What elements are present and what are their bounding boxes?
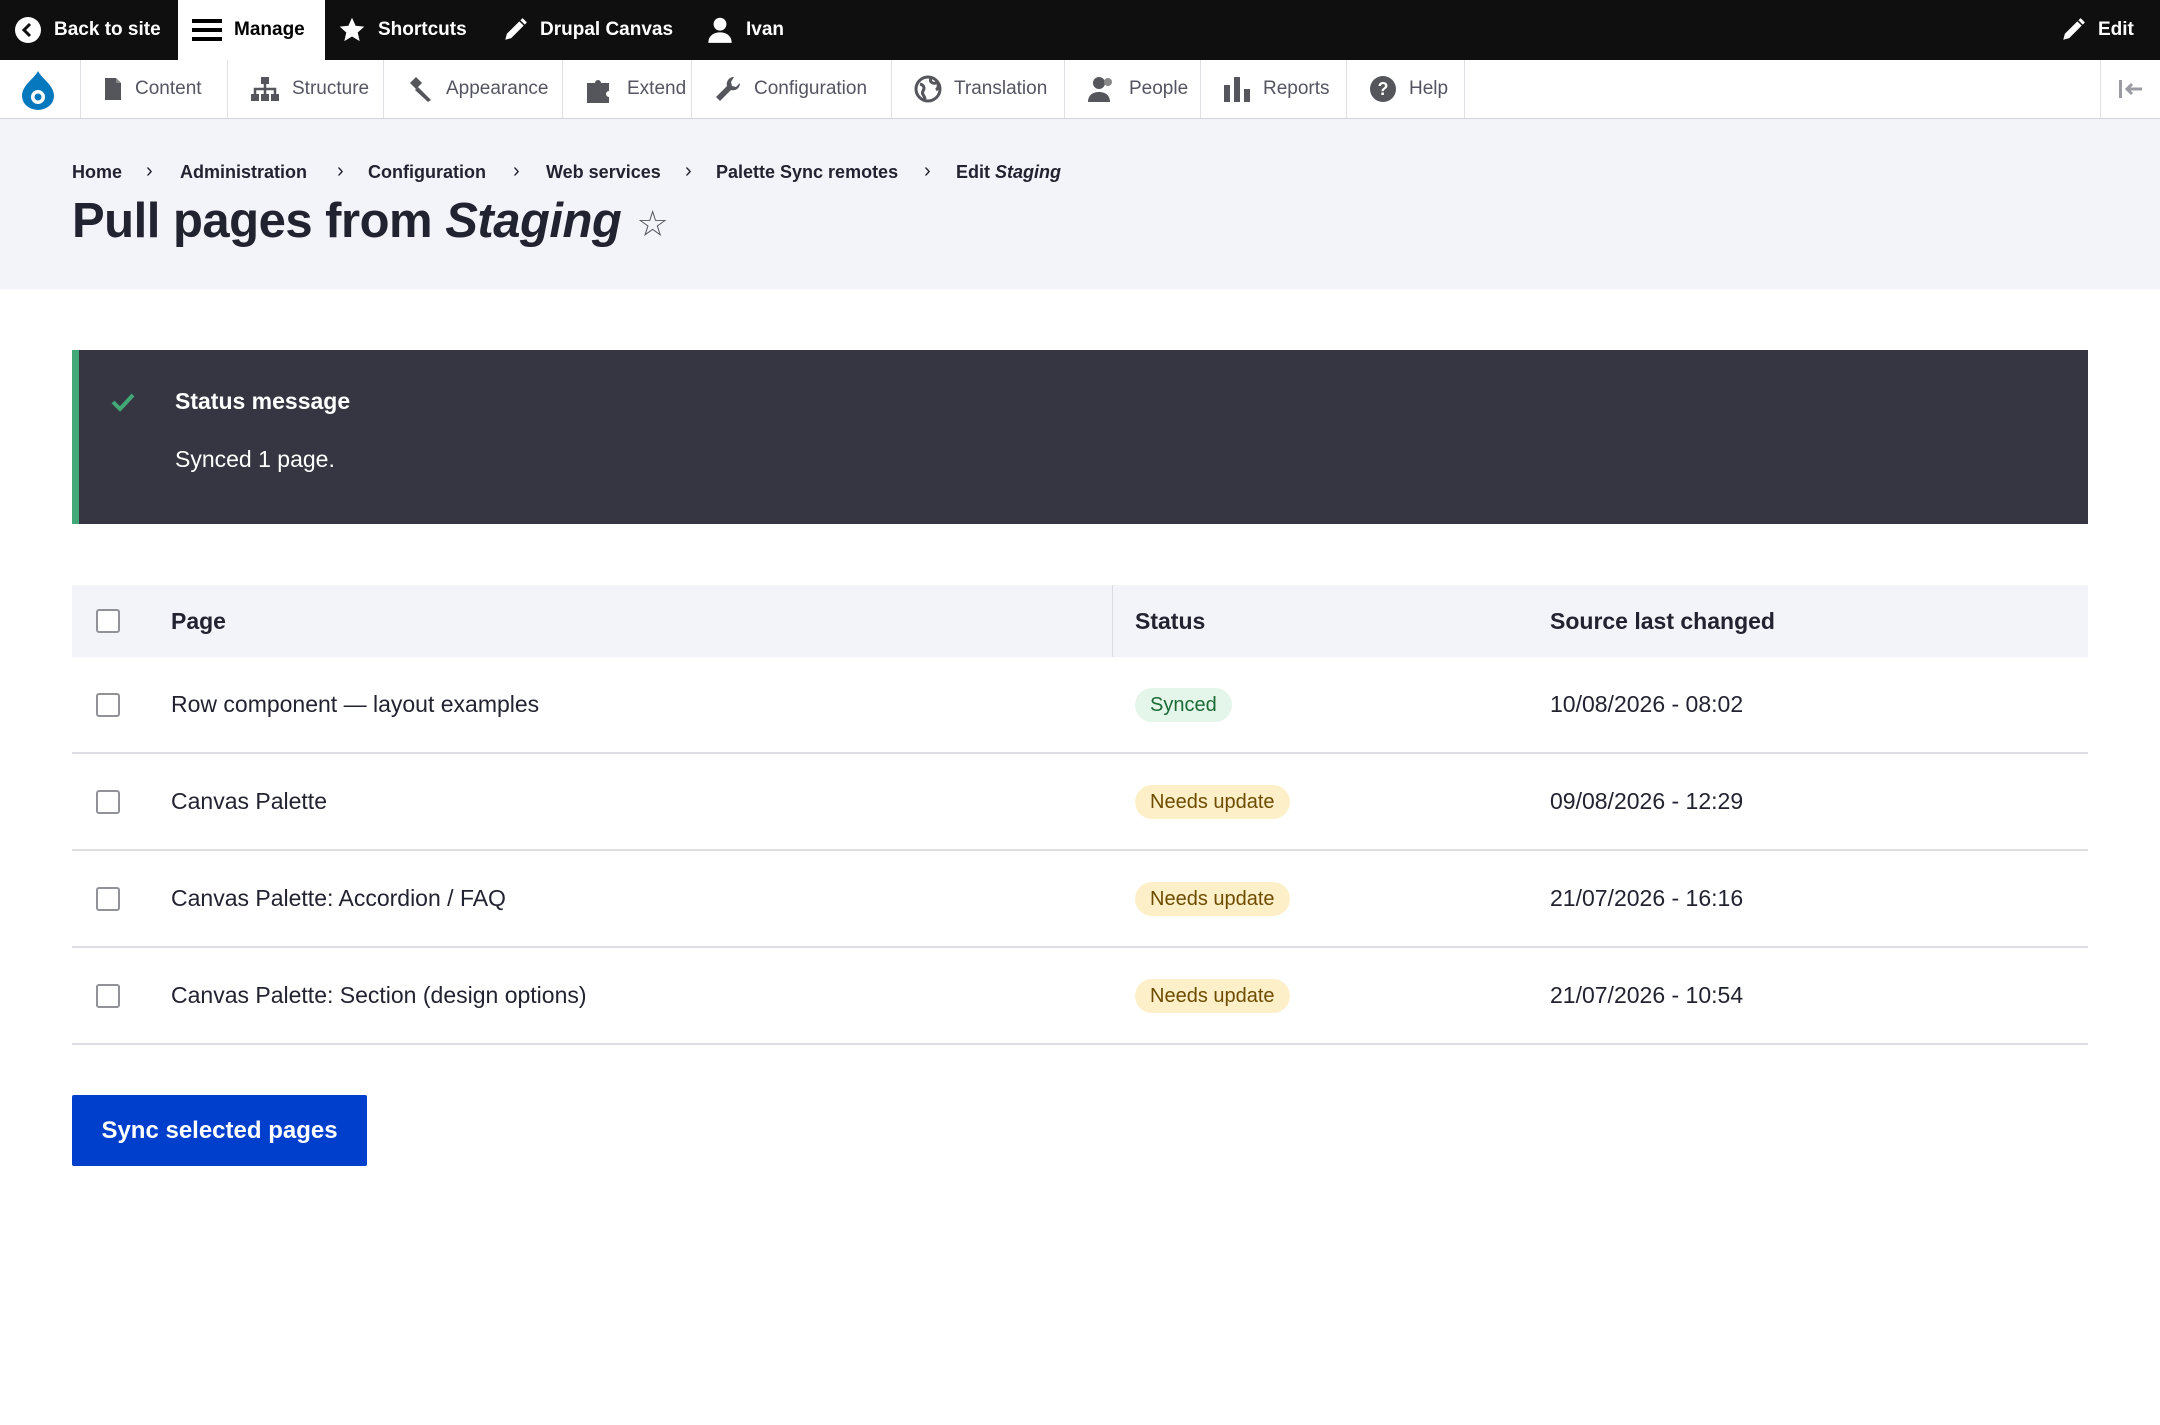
paintbrush-icon xyxy=(410,77,431,102)
user-name: Ivan xyxy=(746,19,785,40)
puzzle-icon xyxy=(587,80,609,103)
menu-label: Structure xyxy=(292,78,370,99)
checkmark-icon xyxy=(111,393,135,412)
svg-text:?: ? xyxy=(1378,79,1389,99)
column-header-status: Status xyxy=(1135,607,1206,634)
menu-label: Translation xyxy=(954,78,1048,99)
status-heading: Status message xyxy=(175,388,351,414)
select-all-checkbox[interactable] xyxy=(96,609,120,633)
row-checkbox[interactable] xyxy=(96,984,120,1008)
menu-label: Content xyxy=(135,78,202,99)
status-badge: Needs update xyxy=(1135,784,1290,819)
status-badge: Synced xyxy=(1135,687,1232,722)
sitemap-icon xyxy=(251,77,279,101)
row-checkbox[interactable] xyxy=(96,887,120,911)
pencil-icon xyxy=(505,18,527,40)
page-title: Pull pages from Staging ☆ xyxy=(72,193,669,249)
globe-icon xyxy=(914,75,942,103)
breadcrumb-separator: › xyxy=(924,160,931,182)
row-source-changed: 09/08/2026 - 12:29 xyxy=(1550,788,1744,814)
drupal-canvas-tab[interactable]: Drupal Canvas xyxy=(502,0,673,60)
edit-label: Edit xyxy=(2098,19,2134,40)
row-page-title: Row component — layout examples xyxy=(171,691,540,717)
admin-toolbar: Back to site Manage Shortcuts Drupal Can… xyxy=(0,0,2160,60)
menu-item-appearance[interactable]: Appearance xyxy=(384,60,563,118)
admin-menu: Content Structure Appearance Extend Conf… xyxy=(0,60,2160,119)
breadcrumb-separator: › xyxy=(513,160,520,182)
hamburger-icon xyxy=(192,19,222,41)
row-source-changed: 21/07/2026 - 16:16 xyxy=(1550,885,1744,911)
menu-item-translation[interactable]: Translation xyxy=(892,60,1065,118)
row-checkbox[interactable] xyxy=(96,693,120,717)
file-icon xyxy=(105,78,121,100)
manage-label: Manage xyxy=(234,19,305,40)
bar-chart-icon xyxy=(1224,77,1250,102)
menu-label: Appearance xyxy=(446,78,549,99)
people-icon xyxy=(1088,77,1112,102)
menu-item-content[interactable]: Content xyxy=(81,60,228,118)
breadcrumb-palette-sync-remotes[interactable]: Palette Sync remotes xyxy=(716,162,898,183)
breadcrumb-web-services[interactable]: Web services xyxy=(546,162,661,183)
row-source-changed: 21/07/2026 - 10:54 xyxy=(1550,982,1744,1008)
table-row: Row component — layout examples Synced 1… xyxy=(72,657,2088,754)
status-badge: Needs update xyxy=(1135,978,1290,1013)
menu-label: People xyxy=(1129,78,1189,99)
menu-item-structure[interactable]: Structure xyxy=(228,60,384,118)
menu-item-configuration[interactable]: Configuration xyxy=(692,60,892,118)
manage-tab[interactable]: Manage xyxy=(178,0,325,60)
table-header: Page Status Source last changed xyxy=(72,585,2088,657)
status-message: Status message Synced 1 page. xyxy=(72,350,2088,524)
breadcrumb-staging-emphasis: Staging xyxy=(995,162,1062,182)
back-to-site-link[interactable]: Back to site xyxy=(14,0,161,60)
back-to-site-label: Back to site xyxy=(54,19,161,40)
menu-item-people[interactable]: People xyxy=(1065,60,1201,118)
collapse-icon xyxy=(2119,80,2142,98)
status-text: Synced 1 page. xyxy=(175,446,335,472)
drupal-logo[interactable] xyxy=(18,69,58,116)
collapse-toolbar-button[interactable] xyxy=(2100,60,2160,118)
breadcrumb-separator: › xyxy=(685,160,692,182)
menu-label: Reports xyxy=(1263,78,1330,99)
edit-toggle[interactable]: Edit xyxy=(2060,0,2134,60)
pencil-icon xyxy=(2063,18,2085,40)
page-title-emphasis: Staging xyxy=(445,194,622,248)
column-header-source-last-changed[interactable]: Source last changed xyxy=(1550,585,1775,657)
column-header-page: Page xyxy=(171,607,226,634)
menu-item-extend[interactable]: Extend xyxy=(563,60,692,118)
star-icon xyxy=(339,17,365,42)
shortcuts-label: Shortcuts xyxy=(378,19,467,40)
breadcrumb-configuration[interactable]: Configuration xyxy=(368,162,486,183)
menu-item-reports[interactable]: Reports xyxy=(1201,60,1347,118)
menu-item-help[interactable]: ? Help xyxy=(1347,60,1465,118)
table-row: Canvas Palette: Accordion / FAQ Needs up… xyxy=(72,851,2088,948)
breadcrumb-edit-prefix: Edit xyxy=(956,162,990,182)
row-checkbox[interactable] xyxy=(96,790,120,814)
row-page-title: Canvas Palette: Section (design options) xyxy=(171,982,587,1008)
table-row: Canvas Palette Needs update 09/08/2026 -… xyxy=(72,754,2088,851)
breadcrumb-administration[interactable]: Administration xyxy=(180,162,307,183)
user-tab[interactable]: Ivan xyxy=(706,0,784,60)
menu-label: Help xyxy=(1409,78,1449,99)
row-page-title: Canvas Palette xyxy=(171,788,327,814)
help-icon: ? xyxy=(1370,76,1396,102)
breadcrumb-home[interactable]: Home xyxy=(72,162,122,183)
favorite-star-icon[interactable]: ☆ xyxy=(637,203,669,244)
sync-selected-pages-button[interactable]: Sync selected pages xyxy=(72,1095,367,1166)
drupal-canvas-label: Drupal Canvas xyxy=(540,19,674,40)
back-arrow-icon xyxy=(15,17,41,43)
row-source-changed: 10/08/2026 - 08:02 xyxy=(1550,691,1744,717)
wrench-icon xyxy=(716,76,741,101)
breadcrumb-separator: › xyxy=(337,160,344,182)
status-badge: Needs update xyxy=(1135,881,1290,916)
menu-label: Configuration xyxy=(754,78,868,99)
shortcuts-tab[interactable]: Shortcuts xyxy=(338,0,467,60)
user-icon xyxy=(708,17,732,43)
breadcrumb-separator: › xyxy=(146,160,153,182)
table-row: Canvas Palette: Section (design options)… xyxy=(72,948,2088,1045)
menu-label: Extend xyxy=(627,78,687,99)
drupal-drop-icon xyxy=(22,71,54,110)
page-title-prefix: Pull pages from xyxy=(72,194,433,248)
breadcrumb-edit-staging[interactable]: Edit Staging xyxy=(956,162,1061,183)
row-page-title: Canvas Palette: Accordion / FAQ xyxy=(171,885,506,911)
